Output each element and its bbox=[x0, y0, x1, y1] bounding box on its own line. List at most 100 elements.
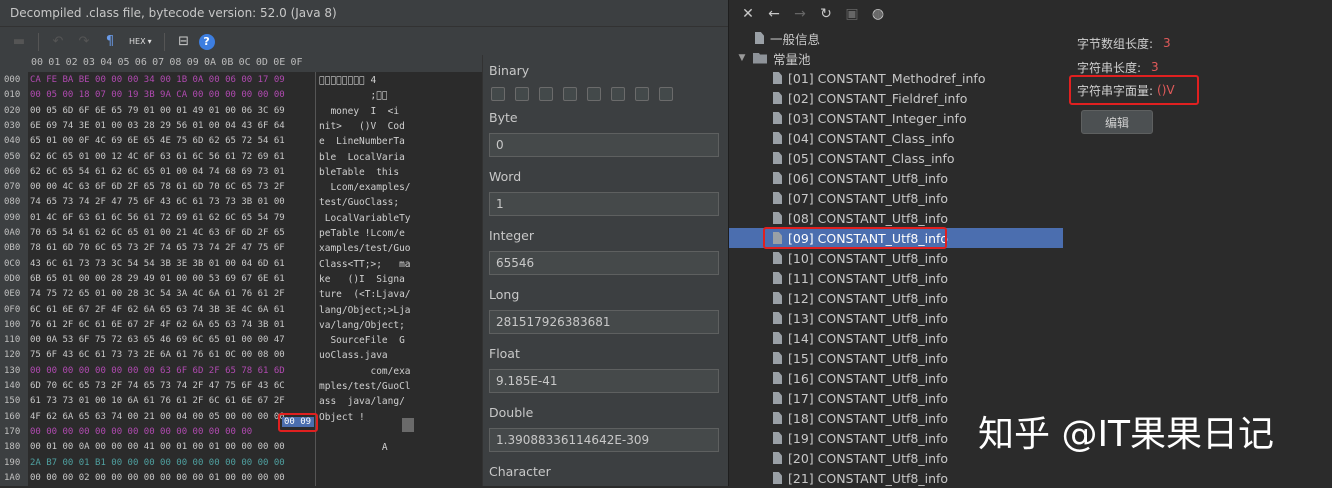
hex-row[interactable]: 62 6C 65 01 00 12 4C 6F 63 61 6C 56 61 7… bbox=[30, 152, 285, 162]
word-field[interactable]: 1 bbox=[489, 192, 719, 216]
ascii-row[interactable]: xamples/test/Guo bbox=[319, 243, 411, 254]
hex-row[interactable]: 74 75 72 65 01 00 28 3C 54 3A 4C 6A 61 7… bbox=[30, 289, 285, 299]
tree-item-constant[interactable]: [16] CONSTANT_Utf8_info bbox=[773, 368, 948, 388]
bit-checkbox[interactable] bbox=[587, 87, 601, 101]
tree-item-constant[interactable]: [18] CONSTANT_Utf8_info bbox=[773, 408, 948, 428]
ascii-row[interactable]: ke ()I Signa bbox=[319, 274, 405, 285]
columns-icon[interactable]: ⊟ bbox=[173, 31, 195, 53]
hex-row[interactable]: 00 00 00 00 00 00 00 00 63 6F 6D 2F 65 7… bbox=[30, 366, 285, 376]
ascii-row[interactable]: SourceFile G bbox=[319, 335, 404, 346]
bit-checkbox[interactable] bbox=[563, 87, 577, 101]
tree-item-constant[interactable]: [12] CONSTANT_Utf8_info bbox=[773, 288, 948, 308]
ascii-row[interactable]: Class<TT;>; ma bbox=[319, 259, 411, 270]
bit-checkbox[interactable] bbox=[515, 87, 529, 101]
ascii-row[interactable]: lang/Object;>Lja bbox=[319, 305, 411, 316]
bit-checkbox[interactable] bbox=[611, 87, 625, 101]
tree-item-constant[interactable]: [19] CONSTANT_Utf8_info bbox=[773, 428, 948, 448]
ascii-row[interactable]: ass java/lang/ bbox=[319, 396, 405, 407]
back-icon[interactable]: ← bbox=[763, 3, 785, 25]
hex-byte-grid[interactable]: CA FE BA BE 00 00 00 34 00 1B 0A 00 06 0… bbox=[28, 72, 315, 486]
tree-item-constant[interactable]: [06] CONSTANT_Utf8_info bbox=[773, 168, 948, 188]
hex-row[interactable]: 62 6C 65 54 61 62 6C 65 01 00 04 74 68 6… bbox=[30, 167, 285, 177]
ascii-row[interactable]: peTable !Lcom/e bbox=[319, 228, 405, 239]
ascii-row[interactable]: ture (<T:Ljava/ bbox=[319, 289, 411, 300]
redo-icon[interactable]: ↷ bbox=[73, 31, 95, 53]
tree-item-constant[interactable]: [08] CONSTANT_Utf8_info bbox=[773, 208, 948, 228]
hex-row[interactable]: 00 05 6D 6F 6E 65 79 01 00 01 49 01 00 0… bbox=[30, 106, 285, 116]
bit-checkbox[interactable] bbox=[659, 87, 673, 101]
ascii-row[interactable]: e LineNumberTa bbox=[319, 136, 405, 147]
hex-row[interactable]: 00 05 00 18 07 00 19 3B 9A CA 00 00 00 0… bbox=[30, 90, 285, 100]
ascii-column[interactable]:          4 ;   money I <i nit> ()V Cod e L… bbox=[315, 72, 482, 486]
hex-row[interactable]: CA FE BA BE 00 00 00 34 00 1B 0A 00 06 0… bbox=[30, 75, 285, 85]
forward-icon[interactable]: → bbox=[789, 3, 811, 25]
hex-row[interactable]: 6B 65 01 00 00 28 29 49 01 00 00 53 69 6… bbox=[30, 274, 285, 284]
tree-item-constant[interactable]: [07] CONSTANT_Utf8_info bbox=[773, 188, 948, 208]
tree-item-constant[interactable]: [03] CONSTANT_Integer_info bbox=[773, 108, 967, 128]
hex-row[interactable]: 70 65 54 61 62 6C 65 01 00 21 4C 63 6F 6… bbox=[30, 228, 285, 238]
integer-field[interactable]: 65546 bbox=[489, 251, 719, 275]
double-field[interactable]: 1.39088336114642E-309 bbox=[489, 428, 719, 452]
ascii-row[interactable]: mples/test/GuoCl bbox=[319, 381, 411, 392]
bit-checkbox[interactable] bbox=[635, 87, 649, 101]
ascii-row[interactable]:          4 bbox=[319, 75, 376, 86]
tree-item-constant[interactable]: [11] CONSTANT_Utf8_info bbox=[773, 268, 948, 288]
hex-row[interactable]: 75 6F 43 6C 61 73 73 2E 6A 61 76 61 0C 0… bbox=[30, 350, 285, 360]
ascii-row[interactable]: ;   bbox=[319, 90, 387, 101]
hex-row[interactable]: 00 00 00 00 00 00 00 00 00 00 00 00 00 0… bbox=[30, 427, 252, 437]
ascii-row[interactable]: uoClass.java bbox=[319, 350, 388, 361]
chevron-down-icon[interactable]: ▼ bbox=[737, 53, 747, 63]
ascii-row[interactable]: nit> ()V Cod bbox=[319, 121, 405, 132]
hex-row[interactable]: 2A B7 00 01 B1 00 00 00 00 00 00 00 00 0… bbox=[30, 458, 285, 468]
hex-row[interactable]: 74 65 73 74 2F 47 75 6F 43 6C 61 73 73 3… bbox=[30, 197, 285, 207]
tree-item-constant[interactable]: [13] CONSTANT_Utf8_info bbox=[773, 308, 948, 328]
hex-row[interactable]: 00 01 00 0A 00 00 00 41 00 01 00 01 00 0… bbox=[30, 442, 285, 452]
ascii-row[interactable]: va/lang/Object; bbox=[319, 320, 405, 331]
tree-item-constant[interactable]: [21] CONSTANT_Utf8_info bbox=[773, 468, 948, 488]
hex-row[interactable]: 00 00 4C 63 6F 6D 2F 65 78 61 6D 70 6C 6… bbox=[30, 182, 285, 192]
long-field[interactable]: 281517926383681 bbox=[489, 310, 719, 334]
selected-bytes[interactable]: 00 09 bbox=[282, 417, 314, 427]
hex-mode-button[interactable]: HEX ▾ bbox=[125, 37, 156, 46]
close-icon[interactable]: ✕ bbox=[737, 3, 759, 25]
hex-row[interactable]: 01 4C 6F 63 61 6C 56 61 72 69 61 62 6C 6… bbox=[30, 213, 285, 223]
ascii-row[interactable]: com/exa bbox=[319, 366, 410, 377]
tree-item-constant[interactable]: [15] CONSTANT_Utf8_info bbox=[773, 348, 948, 368]
tree-item-constant[interactable]: [14] CONSTANT_Utf8_info bbox=[773, 328, 948, 348]
ascii-row[interactable]: LocalVariableTy bbox=[319, 213, 411, 224]
pilcrow-icon[interactable]: ¶ bbox=[99, 31, 121, 53]
tree-item-constant[interactable]: [05] CONSTANT_Class_info bbox=[773, 148, 955, 168]
tree-item-constant-pool[interactable]: ▼ 常量池 bbox=[737, 48, 811, 68]
ascii-row[interactable]: Object ! bbox=[319, 412, 365, 423]
hex-row[interactable]: 78 61 6D 70 6C 65 73 2F 74 65 73 74 2F 4… bbox=[30, 243, 285, 253]
hex-row[interactable]: 43 6C 61 73 73 3C 54 54 3B 3E 3B 01 00 0… bbox=[30, 259, 285, 269]
tree-item-constant[interactable]: [10] CONSTANT_Utf8_info bbox=[773, 248, 948, 268]
refresh-icon[interactable]: ↻ bbox=[815, 3, 837, 25]
bit-checkbox[interactable] bbox=[539, 87, 553, 101]
float-field[interactable]: 9.185E-41 bbox=[489, 369, 719, 393]
ascii-row[interactable]: ble LocalVaria bbox=[319, 152, 405, 163]
tree-item-constant[interactable]: [17] CONSTANT_Utf8_info bbox=[773, 388, 948, 408]
tree-item-constant[interactable]: [04] CONSTANT_Class_info bbox=[773, 128, 955, 148]
hex-row[interactable]: 6E 69 74 3E 01 00 03 28 29 56 01 00 04 4… bbox=[30, 121, 285, 131]
tree-item-constant[interactable]: [02] CONSTANT_Fieldref_info bbox=[773, 88, 967, 108]
help-icon[interactable]: ? bbox=[198, 33, 215, 50]
hex-row[interactable]: 65 01 00 0F 4C 69 6E 65 4E 75 6D 62 65 7… bbox=[30, 136, 285, 146]
bit-checkbox[interactable] bbox=[491, 87, 505, 101]
hex-row[interactable]: 6C 61 6E 67 2F 4F 62 6A 65 63 74 3B 3E 4… bbox=[30, 305, 285, 315]
hex-row[interactable]: 00 0A 53 6F 75 72 63 65 46 69 6C 65 01 0… bbox=[30, 335, 285, 345]
hex-row[interactable]: 61 73 73 01 00 10 6A 61 76 61 2F 6C 61 6… bbox=[30, 396, 285, 406]
byte-field[interactable]: 0 bbox=[489, 133, 719, 157]
ascii-row[interactable]: A bbox=[319, 442, 388, 453]
save-icon[interactable]: ▣ bbox=[841, 3, 863, 25]
hex-row[interactable]: 4F 62 6A 65 63 74 00 21 00 04 00 05 00 0… bbox=[30, 412, 285, 422]
tree-item-general-info[interactable]: 一般信息 bbox=[755, 28, 820, 48]
hex-row[interactable]: 76 61 2F 6C 61 6E 67 2F 4F 62 6A 65 63 7… bbox=[30, 320, 285, 330]
tree-item-constant[interactable]: [01] CONSTANT_Methodref_info bbox=[773, 68, 985, 88]
hex-row[interactable]: 00 00 00 02 00 00 00 00 00 00 00 01 00 0… bbox=[30, 473, 285, 483]
ascii-row[interactable]: money I <i bbox=[319, 106, 399, 117]
save-icon[interactable]: ▬ bbox=[8, 31, 30, 53]
ascii-row[interactable]: Lcom/examples/ bbox=[319, 182, 410, 193]
edit-button[interactable]: 编辑 bbox=[1081, 110, 1153, 134]
hex-row[interactable]: 6D 70 6C 65 73 2F 74 65 73 74 2F 47 75 6… bbox=[30, 381, 285, 391]
